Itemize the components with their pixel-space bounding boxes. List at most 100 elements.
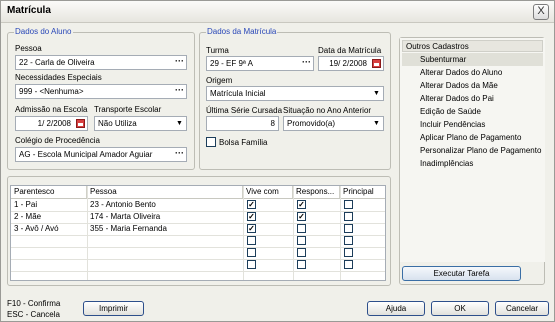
responsavel-checkbox[interactable] [297,236,306,245]
admissao-value: 1/ 2/2008 [37,119,71,128]
ajuda-button[interactable]: Ajuda [367,301,425,316]
principal-checkbox[interactable] [344,248,353,257]
cell-pessoa[interactable] [87,259,243,271]
vive-com-checkbox[interactable] [247,236,256,245]
side-item[interactable]: Personalizar Plano de Pagamento [402,144,543,157]
transporte-value: Não Utiliza [98,119,137,128]
colegio-field[interactable]: AG - Escola Municipal Amador Aguiar ··· [15,147,187,162]
transporte-label: Transporte Escolar [94,105,162,114]
necessidades-field[interactable]: 999 - <Nenhuma> ··· [15,84,187,99]
calendar-icon[interactable] [76,119,85,128]
principal-checkbox[interactable] [344,224,353,233]
cell-pessoa[interactable] [87,247,243,259]
situacao-value: Promovido(a) [287,119,336,128]
side-item[interactable]: Alterar Dados da Mãe [402,79,543,92]
pessoa-lookup-icon[interactable]: ··· [175,56,184,67]
esc-hint: ESC - Cancela [7,310,60,319]
dados-matricula-legend: Dados da Matrícula [206,27,278,36]
vive-com-checkbox[interactable]: ✓ [247,224,256,233]
bolsa-familia-label: Bolsa Família [219,138,268,147]
calendar-icon[interactable] [372,59,381,68]
necessidades-value: 999 - <Nenhuma> [19,87,84,96]
vive-com-checkbox[interactable]: ✓ [247,212,256,221]
cell-pessoa[interactable]: 23 - Antonio Bento [87,199,243,211]
imprimir-button[interactable]: Imprimir [83,301,144,316]
col-divider [340,186,341,280]
cell-parentesco[interactable] [11,235,87,247]
cell-pessoa[interactable] [87,235,243,247]
principal-checkbox[interactable] [344,236,353,245]
origem-select[interactable]: Matrícula Inicial ▼ [206,86,384,101]
col-divider [243,186,244,280]
window-title: Matrícula [7,5,51,16]
serie-label: Última Série Cursada [206,106,283,115]
ok-button[interactable]: OK [431,301,489,316]
colegio-label: Colégio de Procedência [15,136,100,145]
col-header-vive[interactable]: Vive com [243,186,293,198]
necessidades-lookup-icon[interactable]: ··· [175,85,184,96]
side-item[interactable]: Alterar Dados do Aluno [402,66,543,79]
origem-label: Origem [206,76,233,85]
side-item[interactable]: Edição de Saúde [402,105,543,118]
matricula-window: Matrícula X Dados do Aluno Pessoa 22 - C… [0,0,555,322]
cancelar-button[interactable]: Cancelar [495,301,549,316]
responsavel-checkbox[interactable] [297,248,306,257]
transporte-select[interactable]: Não Utiliza ▼ [94,116,187,131]
chevron-down-icon[interactable]: ▼ [173,118,186,130]
vive-com-checkbox[interactable]: ✓ [247,200,256,209]
data-matricula-field[interactable]: 19/ 2/2008 [318,56,384,71]
pessoa-value: 22 - Carla de Oliveira [19,58,95,67]
dados-aluno-legend: Dados do Aluno [14,27,73,36]
colegio-value: AG - Escola Municipal Amador Aguiar [19,150,153,159]
chevron-down-icon[interactable]: ▼ [370,118,383,130]
responsaveis-grid[interactable]: Parentesco Pessoa Vive com Respons... Pr… [10,185,386,281]
col-header-pessoa[interactable]: Pessoa [87,186,243,198]
col-header-principal[interactable]: Principal [340,186,385,198]
vive-com-checkbox[interactable] [247,248,256,257]
side-item[interactable]: Inadimplências [402,157,543,170]
cell-parentesco[interactable]: 2 - Mãe [11,211,87,223]
cell-parentesco[interactable] [11,247,87,259]
principal-checkbox[interactable] [344,260,353,269]
f10-hint: F10 - Confirma [7,299,61,308]
situacao-label: Situação no Ano Anterior [283,106,372,115]
vive-com-checkbox[interactable] [247,260,256,269]
cell-parentesco[interactable]: 1 - Pai [11,199,87,211]
admissao-date-field[interactable]: 1/ 2/2008 [15,116,88,131]
chevron-down-icon[interactable]: ▼ [370,88,383,100]
bolsa-familia-checkbox[interactable] [206,137,216,147]
side-item[interactable]: Subenturmar [402,53,543,66]
close-button[interactable]: X [533,4,549,20]
col-header-responsavel[interactable]: Respons... [293,186,340,198]
turma-label: Turma [206,46,229,55]
necessidades-label: Necessidades Especiais [15,73,102,82]
colegio-lookup-icon[interactable]: ··· [175,148,184,159]
cell-parentesco[interactable] [11,259,87,271]
data-matricula-label: Data da Matrícula [318,46,382,55]
side-item[interactable]: Incluir Pendências [402,118,543,131]
executar-tarefa-button[interactable]: Executar Tarefa [402,266,521,281]
turma-value: 29 - EF 9ª A [210,59,253,68]
cell-pessoa[interactable]: 174 - Marta Oliveira [87,211,243,223]
cell-parentesco[interactable]: 3 - Avô / Avó [11,223,87,235]
principal-checkbox[interactable] [344,200,353,209]
situacao-select[interactable]: Promovido(a) ▼ [283,116,384,131]
admissao-label: Admissão na Escola [15,105,88,114]
turma-lookup-icon[interactable]: ··· [302,57,311,68]
principal-checkbox[interactable] [344,212,353,221]
serie-field[interactable]: 8 [206,116,279,131]
outros-cadastros-list[interactable]: Outros Cadastros Subenturmar Alterar Dado… [400,38,545,262]
col-header-parentesco[interactable]: Parentesco [11,186,87,198]
data-matricula-value: 19/ 2/2008 [329,59,367,68]
responsavel-checkbox[interactable]: ✓ [297,212,306,221]
title-bar: Matrícula X [1,1,554,23]
responsavel-checkbox[interactable] [297,260,306,269]
origem-value: Matrícula Inicial [210,89,266,98]
turma-field[interactable]: 29 - EF 9ª A ··· [206,56,314,71]
responsavel-checkbox[interactable]: ✓ [297,200,306,209]
pessoa-field[interactable]: 22 - Carla de Oliveira ··· [15,55,187,70]
side-item[interactable]: Aplicar Plano de Pagamento [402,131,543,144]
cell-pessoa[interactable]: 355 - Maria Fernanda [87,223,243,235]
side-item[interactable]: Alterar Dados do Pai [402,92,543,105]
responsavel-checkbox[interactable] [297,224,306,233]
